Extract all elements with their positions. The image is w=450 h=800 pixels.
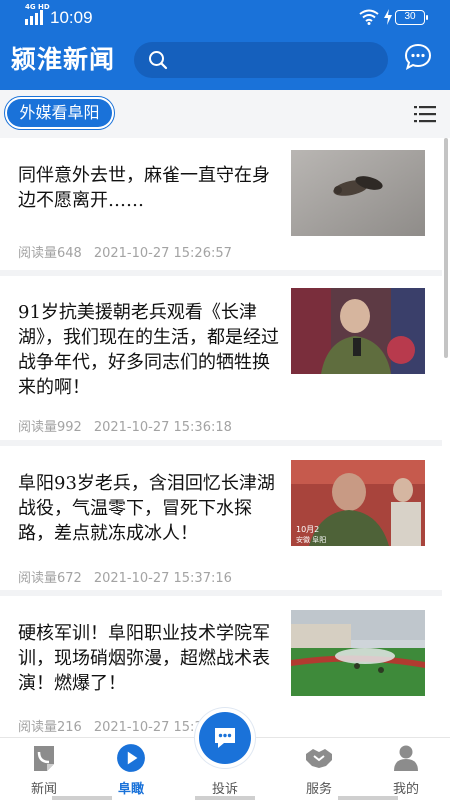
news-meta: 阅读量992 2021-10-27 15:36:18	[18, 416, 232, 435]
scrollbar[interactable]	[444, 138, 448, 358]
battery-indicator: 30	[395, 10, 428, 25]
tab-mine[interactable]: 我的	[366, 738, 446, 800]
app-header: 4G HD 10:09 30 颍淮新闻	[0, 0, 450, 90]
news-meta: 阅读量648 2021-10-27 15:26:57	[18, 242, 232, 261]
news-item[interactable]: 同伴意外去世，麻雀一直守在身边不愿离开…… 阅读量648 2021-10-27 1…	[0, 138, 442, 276]
battery-level: 30	[404, 11, 416, 22]
tab-news[interactable]: 新闻	[4, 738, 84, 800]
menu-list-icon[interactable]	[414, 104, 436, 124]
app-title: 颍淮新闻	[11, 45, 116, 74]
person-icon	[394, 745, 418, 771]
publish-time: 2021-10-27 15:36:18	[93, 420, 232, 435]
charging-icon	[384, 9, 392, 25]
tab-label: 新闻	[30, 782, 57, 797]
message-icon[interactable]	[404, 43, 432, 71]
veteran-theater-photo: 10月2 安徽 阜阳	[291, 460, 425, 546]
training-field-photo	[291, 610, 425, 696]
search-input[interactable]	[134, 42, 388, 78]
read-count: 阅读量216	[18, 720, 82, 735]
veteran-photo	[291, 288, 425, 374]
status-bar: 4G HD 10:09 30	[0, 0, 450, 36]
news-item[interactable]: 阜阳93岁老兵，含泪回忆长津湖战役，气温零下，冒死下水探路，差点就冻成冰人！ 阅…	[0, 446, 442, 596]
news-thumbnail	[291, 288, 425, 374]
thumb-caption: 10月2	[296, 525, 319, 534]
sparrow-photo	[291, 150, 425, 236]
news-title: 阜阳93岁老兵，含泪回忆长津湖战役，气温零下，冒死下水探路，差点就冻成冰人！	[18, 473, 275, 544]
news-item[interactable]: 91岁抗美援朝老兵观看《长津湖》，我们现在的生活，都是经过战争年代，好多同志们的…	[0, 276, 442, 446]
tab-label: 我的	[392, 782, 419, 797]
news-thumbnail: 10月2 安徽 阜阳	[291, 460, 425, 546]
gesture-bar	[0, 796, 450, 800]
news-thumbnail	[291, 610, 425, 696]
read-count: 阅读量672	[18, 571, 82, 586]
read-count: 阅读量992	[18, 420, 82, 435]
tab-label: 投诉	[211, 782, 238, 797]
news-title: 硬核军训！阜阳职业技术学院军训，现场硝烟弥漫，超燃战术表演！燃爆了！	[18, 623, 270, 694]
play-icon	[117, 744, 145, 772]
news-list: 同伴意外去世，麻雀一直守在身边不愿离开…… 阅读量648 2021-10-27 1…	[0, 138, 442, 738]
publish-time: 2021-10-27 15:26:57	[93, 246, 232, 261]
news-meta: 阅读量672 2021-10-27 15:37:16	[18, 567, 232, 586]
wifi-icon	[359, 9, 379, 25]
complaint-fab[interactable]	[199, 712, 251, 764]
publish-time: 2021-10-27 15:37:16	[93, 571, 232, 586]
newspaper-icon	[34, 746, 54, 771]
tab-service[interactable]: 服务	[279, 738, 359, 800]
chat-bubble-icon	[215, 728, 235, 748]
news-thumbnail	[291, 150, 425, 236]
news-title: 同伴意外去世，麻雀一直守在身边不愿离开……	[18, 165, 270, 211]
search-icon	[149, 51, 168, 70]
thumb-location: 安徽 阜阳	[296, 535, 326, 544]
channel-tab-active[interactable]: 外媒看阜阳	[4, 96, 115, 130]
tab-label: 阜瞰	[117, 782, 144, 797]
signal-icon	[25, 10, 43, 25]
clock: 10:09	[50, 8, 93, 27]
news-title: 91岁抗美援朝老兵观看《长津湖》，我们现在的生活，都是经过战争年代，好多同志们的…	[18, 302, 279, 398]
handshake-icon	[306, 749, 332, 768]
channel-label: 外媒看阜阳	[7, 99, 112, 127]
tab-label: 服务	[305, 782, 332, 797]
tab-fukan[interactable]: 阜瞰	[91, 738, 171, 800]
read-count: 阅读量648	[18, 246, 82, 261]
